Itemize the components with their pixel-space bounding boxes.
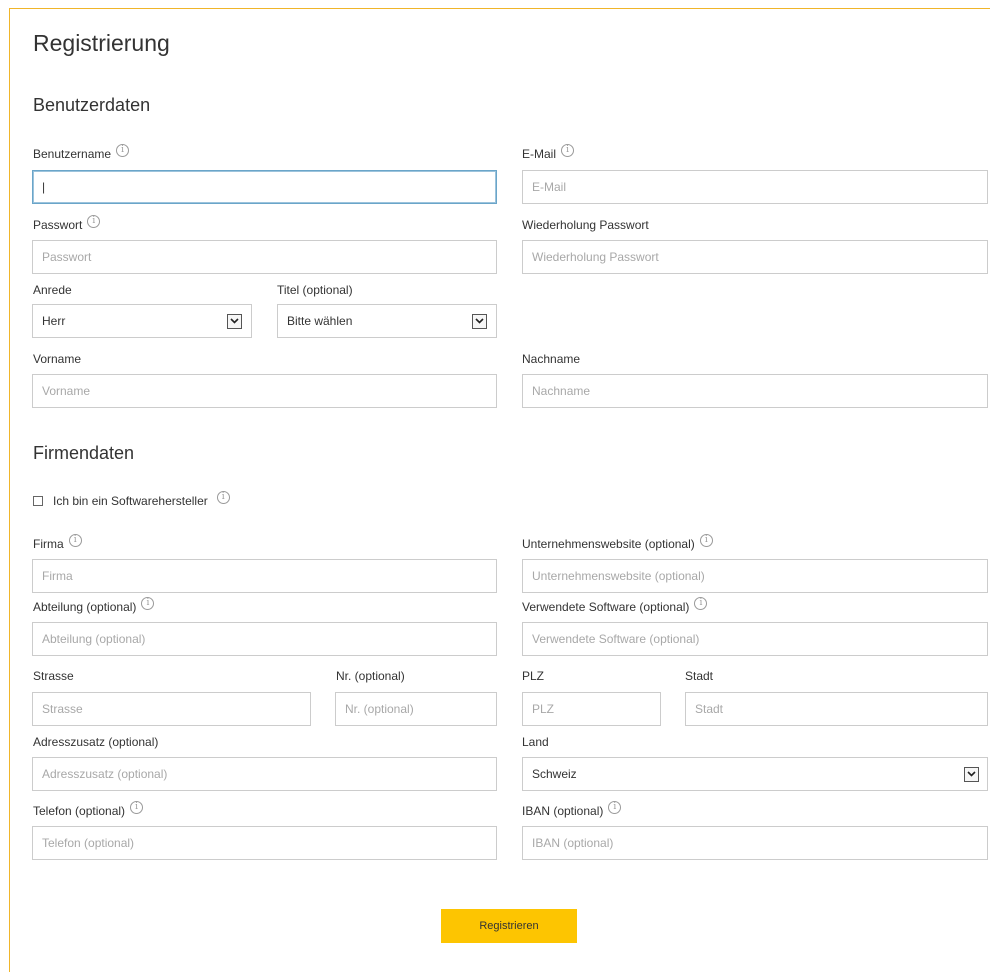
country-selected-value: Schweiz [532,767,577,781]
department-label-text: Abteilung (optional) [33,600,137,614]
website-label-text: Unternehmenswebsite (optional) [522,537,695,551]
title-label-text: Titel (optional) [277,283,353,297]
zip-label-text: PLZ [522,669,545,683]
software-vendor-label[interactable]: Ich bin ein Softwarehersteller [53,494,208,508]
software-vendor-checkbox[interactable] [33,496,43,506]
email-label: E-Mail i [522,143,575,162]
section-title-user: Benutzerdaten [33,95,151,115]
software-used-label: Verwendete Software (optional) i [522,596,708,615]
info-icon[interactable]: i [216,490,230,504]
street-no-label-text: Nr. (optional) [336,669,405,683]
title-label: Titel (optional) [277,282,353,298]
username-label-text: Benutzername [33,147,112,161]
salutation-select[interactable]: Herr [32,304,252,338]
zip-input[interactable] [522,692,661,726]
password-repeat-label: Wiederholung Passwort [522,217,649,233]
chevron-down-icon[interactable] [227,313,242,329]
username-label: Benutzername i [33,143,130,162]
street-no-label: Nr. (optional) [336,668,405,684]
chevron-down-icon[interactable] [472,313,487,329]
info-icon[interactable]: i [608,800,622,814]
website-input[interactable] [522,559,988,593]
software-vendor-row: Ich bin ein Softwarehersteller i [33,490,230,508]
password-label-text: Passwort [33,218,83,232]
department-label: Abteilung (optional) i [33,596,155,615]
info-icon[interactable]: i [87,214,101,228]
section-title-company: Firmendaten [33,443,135,463]
info-icon[interactable]: i [699,533,713,547]
register-button[interactable]: Registrieren [441,909,577,943]
firstname-label-text: Vorname [33,352,82,366]
country-label-text: Land [522,735,549,749]
info-icon[interactable]: i [116,143,130,157]
company-label: Firma i [33,533,82,552]
firstname-label: Vorname [33,351,81,367]
password-input[interactable] [32,240,497,274]
company-label-text: Firma [33,537,64,551]
phone-label-text: Telefon (optional) [33,804,126,818]
phone-input[interactable] [32,826,497,860]
software-used-input[interactable] [522,622,988,656]
street-no-input[interactable] [335,692,497,726]
address-extra-input[interactable] [32,757,497,791]
salutation-label-text: Anrede [33,283,72,297]
phone-label: Telefon (optional) i [33,800,144,819]
city-label-text: Stadt [685,669,714,683]
iban-label-text: IBAN (optional) [522,804,604,818]
street-label-text: Strasse [33,669,74,683]
country-select[interactable]: Schweiz [522,757,988,791]
address-extra-label-text: Adresszusatz (optional) [33,735,159,749]
website-label: Unternehmenswebsite (optional) i [522,533,713,552]
email-label-text: E-Mail [522,147,557,161]
department-input[interactable] [32,622,497,656]
chevron-down-icon[interactable] [964,766,979,782]
software-used-label-text: Verwendete Software (optional) [522,600,690,614]
company-input[interactable] [32,559,497,593]
iban-label: IBAN (optional) i [522,800,622,819]
title-selected-value: Bitte wählen [287,314,353,328]
page-title: Registrierung [33,30,170,56]
firstname-input[interactable] [32,374,497,408]
info-icon[interactable]: i [694,596,708,610]
info-icon[interactable]: i [561,143,575,157]
lastname-label: Nachname [522,351,580,367]
street-label: Strasse [33,668,74,684]
city-input[interactable] [685,692,988,726]
country-label: Land [522,734,549,750]
salutation-label: Anrede [33,282,72,298]
info-icon[interactable]: i [130,800,144,814]
zip-label: PLZ [522,668,544,684]
info-icon[interactable]: i [141,596,155,610]
street-input[interactable] [32,692,311,726]
salutation-selected-value: Herr [42,314,66,328]
password-label: Passwort i [33,214,101,233]
city-label: Stadt [685,668,713,684]
info-icon[interactable]: i [68,533,82,547]
password-repeat-label-text: Wiederholung Passwort [522,218,649,232]
title-select[interactable]: Bitte wählen [277,304,497,338]
address-extra-label: Adresszusatz (optional) [33,734,158,750]
lastname-input[interactable] [522,374,988,408]
password-repeat-input[interactable] [522,240,988,274]
username-input[interactable] [32,170,497,204]
lastname-label-text: Nachname [522,352,581,366]
iban-input[interactable] [522,826,988,860]
email-input[interactable] [522,170,988,204]
